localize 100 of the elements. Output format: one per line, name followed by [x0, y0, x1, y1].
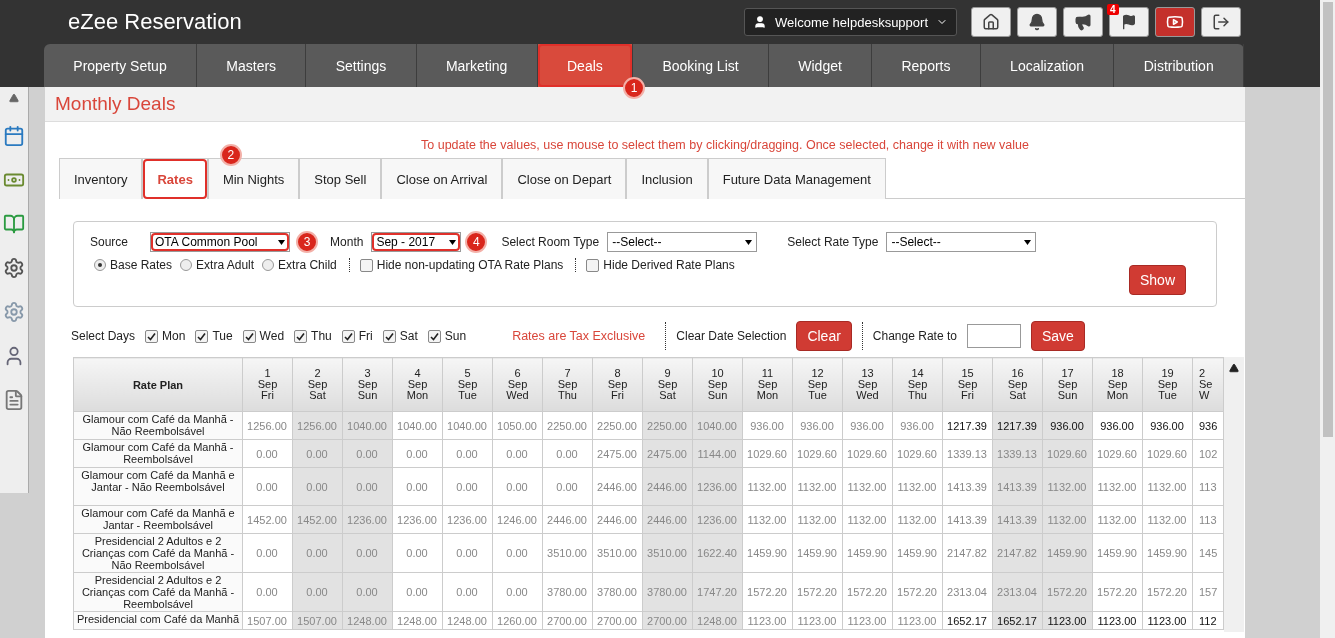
table-cell[interactable]: 3780.00 [642, 572, 693, 612]
table-cell[interactable]: 3780.00 [592, 572, 643, 612]
checkbox[interactable] [145, 329, 159, 343]
table-cell[interactable]: 0.00 [242, 572, 293, 612]
checkbox[interactable] [341, 329, 355, 343]
clear-button[interactable]: Clear [796, 321, 852, 351]
table-cell[interactable]: 0.00 [242, 467, 293, 506]
table-cell[interactable]: 2446.00 [592, 467, 643, 506]
table-cell[interactable]: 0.00 [342, 467, 393, 506]
table-cell[interactable]: 1413.39 [992, 467, 1043, 506]
table-cell[interactable]: 2313.04 [992, 572, 1043, 612]
tab[interactable]: Future Data Management [707, 158, 886, 199]
user-menu-button[interactable]: Welcome helpdesksupport [744, 8, 957, 36]
table-cell[interactable]: 0.00 [442, 572, 493, 612]
scroll-up-icon[interactable] [1229, 363, 1239, 373]
table-cell[interactable]: 1413.39 [942, 467, 993, 506]
table-cell[interactable]: 0.00 [442, 467, 493, 506]
up-arrow-icon[interactable] [9, 93, 19, 103]
checkbox[interactable] [294, 329, 308, 343]
table-cell[interactable]: 1132.00 [792, 467, 843, 506]
table-cell[interactable]: 1132.00 [1042, 467, 1093, 506]
table-cell[interactable]: 1236.00 [692, 467, 743, 506]
radio-button[interactable] [180, 259, 193, 271]
source-select[interactable]: OTA Common Pool [150, 232, 291, 252]
table-cell[interactable]: 0.00 [342, 533, 393, 573]
table-cell[interactable]: 0.00 [392, 533, 443, 573]
notifications-button[interactable] [1017, 7, 1057, 37]
tab[interactable]: Inclusion [626, 158, 708, 199]
rate-type-select[interactable]: --Select-- [886, 232, 1037, 252]
flag-button[interactable] [1109, 7, 1149, 37]
table-cell[interactable]: 1572.20 [792, 572, 843, 612]
table-cell[interactable]: 1459.90 [892, 533, 943, 573]
table-cell[interactable]: 1572.20 [742, 572, 793, 612]
table-cell[interactable]: 0.00 [392, 467, 443, 506]
calendar-icon[interactable] [3, 125, 25, 147]
table-cell[interactable]: 0.00 [242, 533, 293, 573]
table-cell[interactable]: 1572.20 [892, 572, 943, 612]
rate-input-field[interactable] [966, 324, 1021, 348]
table-cell[interactable]: 0.00 [292, 572, 343, 612]
tab[interactable]: Close on Depart [502, 158, 627, 199]
tab[interactable]: Rates [142, 158, 208, 199]
logout-button[interactable] [1201, 7, 1241, 37]
table-cell[interactable]: 1459.90 [842, 533, 893, 573]
checkbox[interactable] [382, 329, 396, 343]
table-cell[interactable]: 1622.40 [692, 533, 743, 573]
table-cell[interactable]: 0.00 [542, 467, 593, 506]
table-cell[interactable]: 0.00 [292, 467, 343, 506]
table-cell[interactable]: 1572.20 [1042, 572, 1093, 612]
checkbox[interactable] [195, 329, 209, 343]
checkbox[interactable] [586, 258, 600, 272]
radio-button[interactable] [262, 259, 275, 271]
table-cell[interactable]: 3780.00 [542, 572, 593, 612]
table-cell[interactable]: 0.00 [392, 572, 443, 612]
table-cell[interactable]: 1459.90 [792, 533, 843, 573]
table-cell[interactable]: 3510.00 [592, 533, 643, 573]
video-button[interactable] [1155, 7, 1195, 37]
home-button[interactable] [971, 7, 1011, 37]
document-icon[interactable] [3, 389, 25, 411]
table-cell[interactable]: 1459.90 [1142, 533, 1193, 573]
table-cell[interactable]: 0.00 [442, 533, 493, 573]
table-cell[interactable]: 2446.00 [642, 467, 693, 506]
table-cell[interactable]: 0.00 [292, 533, 343, 573]
table-cell[interactable]: 2147.82 [942, 533, 993, 573]
table-cell[interactable]: 1459.90 [1042, 533, 1093, 573]
table-cell[interactable]: 1572.20 [1092, 572, 1143, 612]
table-cell[interactable]: 0.00 [342, 572, 393, 612]
table-cell[interactable]: 0.00 [492, 467, 543, 506]
table-cell[interactable]: 0.00 [492, 533, 543, 573]
show-button[interactable]: Show [1128, 265, 1186, 295]
announcements-button[interactable] [1063, 7, 1103, 37]
table-cell[interactable]: 0.00 [492, 572, 543, 612]
table-cell[interactable]: 1132.00 [1092, 467, 1143, 506]
table-cell[interactable]: 1572.20 [1142, 572, 1193, 612]
table-cell[interactable]: 1572.20 [842, 572, 893, 612]
table-cell[interactable]: 1132.00 [742, 467, 793, 506]
radio-button[interactable] [94, 259, 106, 271]
tab[interactable]: Close on Arrival [381, 158, 503, 199]
table-cell[interactable]: 1459.90 [742, 533, 793, 573]
table-cell[interactable]: 1459.90 [1092, 533, 1143, 573]
table-cell[interactable]: 2313.04 [942, 572, 993, 612]
tab[interactable]: Stop Sell [299, 158, 382, 199]
table-cell[interactable]: 2147.82 [992, 533, 1043, 573]
tab[interactable]: Inventory [59, 158, 143, 199]
table-cell[interactable]: 1132.00 [842, 467, 893, 506]
table-cell[interactable]: 3510.00 [542, 533, 593, 573]
table-cell[interactable]: 1132.00 [892, 467, 943, 506]
month-select[interactable]: Sep - 2017 [371, 232, 462, 252]
table-cell[interactable]: 1747.20 [692, 572, 743, 612]
tab[interactable]: Min Nights [207, 158, 300, 199]
scrollbar[interactable] [1224, 357, 1244, 632]
checkbox[interactable] [242, 329, 256, 343]
checkbox[interactable] [359, 258, 373, 272]
table-cell[interactable]: 1132.00 [1142, 467, 1193, 506]
page-scrollbar[interactable] [1320, 0, 1335, 638]
gear-icon[interactable] [3, 257, 25, 279]
checkbox[interactable] [427, 329, 441, 343]
table-cell[interactable]: 3510.00 [642, 533, 693, 573]
book-icon[interactable] [3, 213, 25, 235]
save-button[interactable]: Save [1030, 321, 1085, 351]
room-type-select[interactable]: --Select-- [607, 232, 758, 252]
